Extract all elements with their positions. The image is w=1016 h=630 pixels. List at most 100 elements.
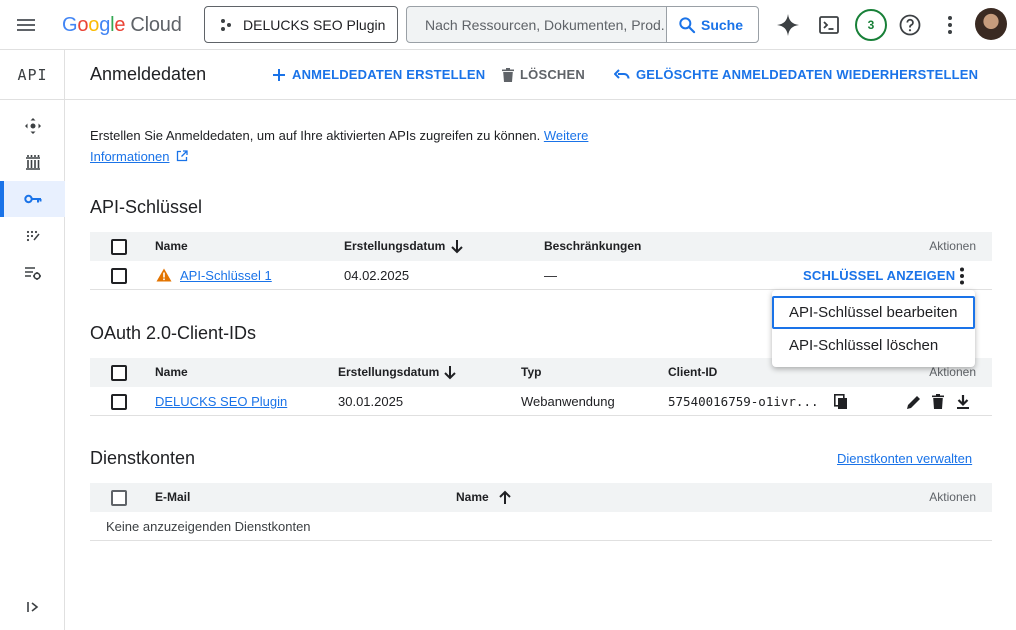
rail-item-settings[interactable]	[0, 255, 65, 291]
oauth-client-name-link[interactable]: DELUCKS SEO Plugin	[155, 387, 287, 416]
learn-more-link-part1: Weitere	[543, 128, 589, 143]
search-button[interactable]: Suche	[666, 7, 758, 42]
avatar[interactable]	[975, 8, 1007, 40]
empty-state-text: Keine anzuzeigenden Dienstkonten	[106, 519, 311, 534]
col-restrictions: Beschränkungen	[544, 239, 642, 253]
col-type: Typ	[521, 365, 542, 379]
col-email: E-Mail	[155, 490, 191, 504]
row-checkbox[interactable]	[111, 394, 127, 410]
col-created: Erstellungsdatum	[338, 365, 440, 379]
more-vert-icon[interactable]	[938, 13, 962, 37]
intro-description: Erstellen Sie Anmeldedaten, um auf Ihre …	[90, 128, 541, 143]
empty-row: Keine anzuzeigenden Dienstkonten	[90, 512, 992, 541]
help-icon[interactable]	[898, 13, 922, 37]
api-key-created: 04.02.2025	[344, 268, 410, 283]
restore-credentials-label: GELÖSCHTE ANMELDEDATEN WIEDERHERSTELLEN	[636, 67, 979, 82]
table-header: Name Erstellungsdatum Beschränkungen Akt…	[90, 232, 992, 261]
create-credentials-label: ANMELDEDATEN ERSTELLEN	[292, 67, 486, 82]
col-actions: Aktionen	[929, 490, 976, 504]
dashboard-icon	[24, 117, 42, 135]
manage-service-accounts-link[interactable]: Dienstkonten verwalten	[837, 451, 972, 466]
col-name: Name	[456, 490, 489, 504]
col-client-id: Client-ID	[668, 365, 718, 379]
arrow-up-icon[interactable]	[498, 490, 512, 505]
google-cloud-logo[interactable]: Google Cloud	[62, 11, 182, 39]
page-title: Anmeldedaten	[90, 64, 207, 84]
api-key-restrictions: —	[544, 268, 557, 283]
search-input[interactable]	[407, 16, 665, 33]
edit-api-key-menu-item[interactable]: API-Schlüssel bearbeiten	[772, 296, 975, 329]
logo-letter: g	[99, 14, 111, 36]
terminal-icon[interactable]	[817, 13, 841, 37]
api-keys-title: API-Schlüssel	[90, 197, 203, 217]
settings-list-icon	[24, 265, 42, 281]
service-accounts-title: Dienstkonten	[90, 448, 196, 468]
rail-expand-button[interactable]	[0, 589, 65, 625]
project-icon	[219, 18, 233, 32]
col-created: Erstellungsdatum	[344, 239, 446, 253]
select-all-checkbox[interactable]	[111, 490, 127, 506]
expand-icon	[26, 600, 40, 614]
rail-item-credentials[interactable]	[0, 181, 65, 217]
rail-item-oauth-consent[interactable]	[0, 218, 65, 254]
trash-icon	[502, 67, 520, 82]
learn-more-link-part2: Informationen	[90, 149, 170, 164]
oauth-client-id: 57540016759-o1ivr...	[668, 394, 819, 409]
select-all-checkbox[interactable]	[111, 239, 127, 255]
oauth-icon	[25, 228, 41, 244]
service-accounts-table: E-Mail Name Aktionen Keine anzuzeigenden…	[90, 483, 992, 541]
gemini-icon[interactable]	[776, 13, 800, 37]
api-key-actions-menu: API-Schlüssel bearbeiten API-Schlüssel l…	[772, 290, 975, 367]
table-header: E-Mail Name Aktionen	[90, 483, 992, 512]
library-icon	[25, 154, 41, 170]
api-icon: API	[0, 50, 65, 100]
search-bar: Suche	[406, 6, 759, 43]
logo-letter: G	[62, 14, 78, 36]
api-key-name-link[interactable]: API-Schlüssel 1	[180, 261, 272, 290]
trash-icon[interactable]	[932, 394, 944, 410]
page-header: Anmeldedaten ANMELDEDATEN ERSTELLEN LÖSC…	[65, 50, 1016, 100]
project-selector-button[interactable]: DELUCKS SEO Plugin	[204, 6, 398, 43]
download-icon[interactable]	[956, 394, 970, 410]
delete-label: LÖSCHEN	[520, 67, 585, 82]
intro-text: Erstellen Sie Anmeldedaten, um auf Ihre …	[90, 125, 650, 167]
rail-item-library[interactable]	[0, 144, 65, 180]
row-checkbox[interactable]	[111, 268, 127, 284]
rail-item-dashboard[interactable]	[0, 108, 65, 144]
oauth-client-created: 30.01.2025	[338, 394, 404, 409]
arrow-down-icon[interactable]	[450, 239, 464, 254]
key-icon	[23, 193, 42, 205]
add-icon	[272, 68, 292, 82]
col-name: Name	[155, 239, 188, 253]
oauth-title: OAuth 2.0-Client-IDs	[90, 323, 257, 343]
left-rail: API	[0, 50, 65, 630]
logo-cloud-text: Cloud	[130, 14, 182, 36]
logo-letter: e	[114, 14, 126, 36]
menu-icon[interactable]	[14, 13, 38, 37]
warning-icon	[156, 268, 172, 282]
delete-button[interactable]: LÖSCHEN	[502, 67, 585, 82]
notifications-badge[interactable]: 3	[855, 9, 887, 41]
undo-icon	[614, 68, 636, 81]
oauth-client-type: Webanwendung	[521, 394, 615, 409]
copy-icon[interactable]	[834, 394, 848, 410]
col-name: Name	[155, 365, 188, 379]
more-vert-icon[interactable]	[952, 266, 972, 286]
delete-api-key-menu-item[interactable]: API-Schlüssel löschen	[772, 329, 975, 362]
create-credentials-button[interactable]: ANMELDEDATEN ERSTELLEN	[272, 67, 485, 82]
col-actions: Aktionen	[929, 239, 976, 253]
select-all-checkbox[interactable]	[111, 365, 127, 381]
table-row: DELUCKS SEO Plugin 30.01.2025 Webanwendu…	[90, 387, 992, 416]
logo-letter: o	[77, 14, 89, 36]
top-bar: GoogleCloud DELUCKS SEO Plugin Suche 3	[0, 0, 1016, 50]
logo-letter: o	[88, 14, 100, 36]
external-link-icon	[176, 150, 188, 162]
show-key-button[interactable]: SCHLÜSSEL ANZEIGEN	[803, 261, 955, 290]
api-keys-table: Name Erstellungsdatum Beschränkungen Akt…	[90, 232, 992, 290]
edit-icon[interactable]	[906, 394, 922, 410]
project-name: DELUCKS SEO Plugin	[243, 16, 386, 33]
table-row: API-Schlüssel 1 04.02.2025 — SCHLÜSSEL A…	[90, 261, 992, 290]
arrow-down-icon[interactable]	[443, 365, 457, 380]
restore-credentials-button[interactable]: GELÖSCHTE ANMELDEDATEN WIEDERHERSTELLEN	[614, 67, 978, 82]
search-icon	[677, 15, 697, 35]
